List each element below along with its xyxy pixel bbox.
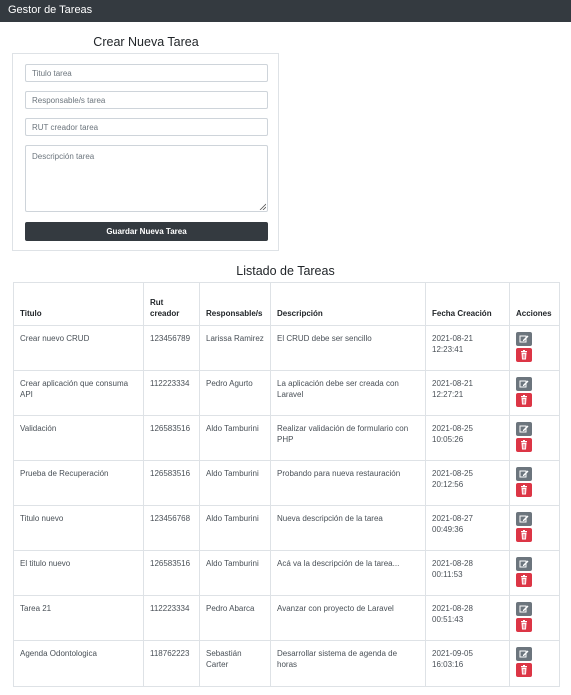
cell-descripcion: Avanzar con proyecto de Laravel: [270, 595, 426, 641]
delete-button[interactable]: [516, 438, 532, 452]
table-row: Tarea 21 112223334 Pedro Abarca Avanzar con…: [13, 595, 560, 641]
cell-titulo: Validación: [13, 415, 144, 461]
cell-titulo: Titulo nuevo: [13, 505, 144, 551]
table-row: Validación 126583516 Aldo Tamburini Realiza…: [13, 415, 560, 461]
cell-fecha: 2021-08-21 12:23:41: [425, 325, 510, 371]
task-list-title: Listado de Tareas: [236, 264, 335, 278]
cell-fecha: 2021-09-05 16:03:16: [425, 640, 510, 687]
cell-titulo: Prueba de Recuperación: [13, 460, 144, 506]
cell-acciones: [509, 505, 560, 551]
cell-rut: 126583516: [143, 415, 200, 461]
cell-rut: 123456768: [143, 505, 200, 551]
cell-fecha: 2021-08-27 00:49:36: [425, 505, 510, 551]
navbar-brand[interactable]: Gestor de Tareas: [8, 4, 92, 16]
cell-fecha: 2021-08-28 00:11:53: [425, 550, 510, 596]
cell-fecha: 2021-08-28 00:51:43: [425, 595, 510, 641]
cell-rut: 123456789: [143, 325, 200, 371]
task-rut-input[interactable]: [25, 118, 268, 136]
cell-responsable: Aldo Tamburini: [199, 460, 271, 506]
cell-acciones: [509, 370, 560, 416]
cell-responsable: Aldo Tamburini: [199, 550, 271, 596]
cell-fecha: 2021-08-25 10:05:26: [425, 415, 510, 461]
task-title-input[interactable]: [25, 64, 268, 82]
cell-rut: 112223334: [143, 595, 200, 641]
edit-button[interactable]: [516, 422, 532, 436]
cell-descripcion: Nueva descripción de la tarea: [270, 505, 426, 551]
table-row: Agenda Odontologica 118762223 Sebastián Ca…: [13, 640, 560, 687]
delete-button[interactable]: [516, 393, 532, 407]
edit-button[interactable]: [516, 377, 532, 391]
delete-button[interactable]: [516, 573, 532, 587]
cell-descripcion: Desarrollar sistema de agenda de horas: [270, 640, 426, 687]
cell-descripcion: Probando para nueva restauración: [270, 460, 426, 506]
delete-button[interactable]: [516, 528, 532, 542]
create-task-title: Crear Nueva Tarea: [93, 35, 199, 49]
edit-button[interactable]: [516, 557, 532, 571]
cell-acciones: [509, 460, 560, 506]
cell-descripcion: Realizar validación de formulario con PH…: [270, 415, 426, 461]
header-acciones: Acciones: [509, 282, 560, 326]
cell-rut: 126583516: [143, 460, 200, 506]
task-responsible-input[interactable]: [25, 91, 268, 109]
edit-button[interactable]: [516, 332, 532, 346]
edit-button[interactable]: [516, 467, 532, 481]
task-table: Titulo Rut creador Responsable/s Descripc…: [13, 282, 560, 687]
edit-button[interactable]: [516, 602, 532, 616]
cell-fecha: 2021-08-25 20:12:56: [425, 460, 510, 506]
table-header-row: Titulo Rut creador Responsable/s Descripc…: [13, 282, 560, 326]
cell-responsable: Pedro Abarca: [199, 595, 271, 641]
cell-titulo: Crear aplicación que consuma API: [13, 370, 144, 416]
cell-acciones: [509, 415, 560, 461]
cell-descripcion: El CRUD debe ser sencillo: [270, 325, 426, 371]
cell-rut: 112223334: [143, 370, 200, 416]
create-task-form: Guardar Nueva Tarea: [12, 53, 279, 251]
cell-acciones: [509, 595, 560, 641]
delete-button[interactable]: [516, 618, 532, 632]
cell-fecha: 2021-08-21 12:27:21: [425, 370, 510, 416]
table-row: El titulo nuevo 126583516 Aldo Tamburini Ac…: [13, 550, 560, 596]
cell-rut: 126583516: [143, 550, 200, 596]
cell-responsable: Aldo Tamburini: [199, 505, 271, 551]
navbar: Gestor de Tareas: [0, 0, 571, 22]
cell-descripcion: Acá va la descripción de la tarea...: [270, 550, 426, 596]
delete-button[interactable]: [516, 483, 532, 497]
task-description-wrapper: [13, 145, 280, 212]
edit-button[interactable]: [516, 512, 532, 526]
resize-grip-icon[interactable]: [259, 203, 266, 210]
header-rut: Rut creador: [143, 282, 200, 326]
delete-button[interactable]: [516, 348, 532, 362]
cell-responsable: Pedro Agurto: [199, 370, 271, 416]
delete-button[interactable]: [516, 663, 532, 677]
cell-titulo: Tarea 21: [13, 595, 144, 641]
table-row: Prueba de Recuperación 126583516 Aldo Tamb…: [13, 460, 560, 506]
cell-titulo: Agenda Odontologica: [13, 640, 144, 687]
header-rut-line1: Rut: [150, 298, 164, 307]
cell-acciones: [509, 640, 560, 687]
cell-titulo: Crear nuevo CRUD: [13, 325, 144, 371]
cell-descripcion: La aplicación debe ser creada con Larave…: [270, 370, 426, 416]
cell-acciones: [509, 550, 560, 596]
cell-acciones: [509, 325, 560, 371]
header-titulo: Titulo: [13, 282, 144, 326]
table-row: Titulo nuevo 123456768 Aldo Tamburini Nueva…: [13, 505, 560, 551]
cell-titulo: El titulo nuevo: [13, 550, 144, 596]
cell-responsable: Larissa Ramirez: [199, 325, 271, 371]
table-row: Crear nuevo CRUD 123456789 Larissa Ramirez…: [13, 325, 560, 371]
task-table-body: Crear nuevo CRUD 123456789 Larissa Ramirez…: [13, 325, 560, 687]
cell-rut: 118762223: [143, 640, 200, 687]
header-descripcion: Descripción: [270, 282, 426, 326]
edit-button[interactable]: [516, 647, 532, 661]
header-fecha: Fecha Creación: [425, 282, 510, 326]
header-responsable: Responsable/s: [199, 282, 271, 326]
cell-responsable: Sebastián Carter: [199, 640, 271, 687]
task-description-input[interactable]: [25, 145, 268, 212]
save-task-button[interactable]: Guardar Nueva Tarea: [25, 222, 268, 241]
table-row: Crear aplicación que consuma API 11222333…: [13, 370, 560, 416]
cell-responsable: Aldo Tamburini: [199, 415, 271, 461]
header-rut-line2: creador: [150, 309, 180, 318]
